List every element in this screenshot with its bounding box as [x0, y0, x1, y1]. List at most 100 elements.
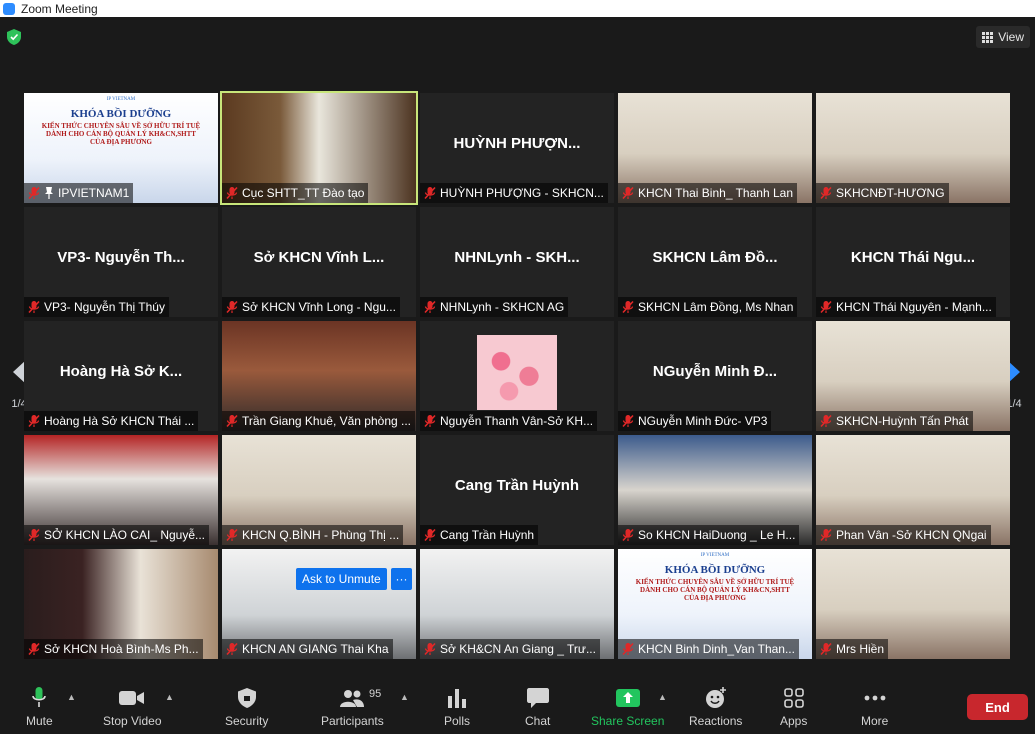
slide-title: KHÓA BỒI DƯỠNG	[70, 108, 172, 120]
chat-button[interactable]: Chat	[525, 686, 550, 728]
apps-button[interactable]: Apps	[780, 686, 807, 728]
share-options-caret[interactable]: ▲	[658, 692, 667, 702]
audio-options-caret[interactable]: ▲	[67, 692, 76, 702]
muted-microphone-icon	[424, 414, 436, 428]
participant-tile[interactable]: SKHCN Lâm Đồ... SKHCN Lâm Đồng, Ms Nhan	[618, 207, 812, 317]
participant-name-label: So KHCN HaiDuong _ Le H...	[618, 525, 800, 545]
participant-name: SKHCN Lâm Đồng, Ms Nhan	[638, 300, 794, 314]
ask-to-unmute-button[interactable]: Ask to Unmute	[296, 568, 387, 590]
slide-line-3: CỦA ĐỊA PHƯƠNG	[684, 594, 746, 602]
slide-line-3: CỦA ĐỊA PHƯƠNG	[90, 138, 152, 146]
meeting-toolbar: Mute ▲ Stop Video ▲ Security Participant…	[0, 678, 1035, 734]
participant-display-name: HUỲNH PHƯỢN...	[453, 135, 581, 152]
participant-tile[interactable]: HUỲNH PHƯỢN... HUỲNH PHƯỢNG - SKHCN...	[420, 93, 614, 203]
participant-display-name: Sở KHCN Vĩnh L...	[253, 249, 385, 266]
security-label: Security	[225, 714, 269, 728]
participant-name: So KHCN HaiDuong _ Le H...	[638, 528, 796, 542]
participant-tile[interactable]: SỞ KHCN LÀO CAI_ Nguyễ...	[24, 435, 218, 545]
participant-name-label: Phan Vân -Sở KHCN QNgai	[816, 525, 991, 545]
participant-name-label: IPVIETNAM1	[24, 183, 134, 203]
tile-more-options-button[interactable]: ···	[391, 568, 412, 590]
participant-tile[interactable]: Hoàng Hà Sở K... Hoàng Hà Sở KHCN Thái ..…	[24, 321, 218, 431]
muted-microphone-icon	[226, 300, 238, 314]
muted-microphone-icon	[28, 186, 40, 200]
window-title: Zoom Meeting	[21, 1, 98, 16]
participant-name: Sở KHCN Hoà Bình-Ms Ph...	[44, 642, 199, 656]
participant-tile[interactable]: Cục SHTT_TT Đào tạo	[220, 91, 418, 205]
apps-label: Apps	[780, 714, 808, 728]
encryption-shield-icon[interactable]	[7, 29, 21, 45]
participant-tile[interactable]: KHCN Thai Binh_ Thanh Lan	[618, 93, 812, 203]
muted-microphone-icon	[820, 528, 832, 542]
participant-name: KHCN Q.BÌNH - Phùng Thị ...	[242, 528, 400, 542]
participant-display-name: NGuyễn Minh Đ...	[652, 363, 778, 380]
slide-line-1: KIẾN THỨC CHUYÊN SÂU VỀ SỞ HỮU TRÍ TUỆ	[635, 578, 795, 586]
reactions-label: Reactions	[689, 714, 743, 728]
muted-microphone-icon	[28, 300, 40, 314]
participant-tile[interactable]: Cang Trần Huỳnh Cang Trần Huỳnh	[420, 435, 614, 545]
bar-chart-icon	[447, 686, 467, 710]
participant-tile[interactable]: NGuyễn Minh Đ... NGuyễn Minh Đức- VP3	[618, 321, 812, 431]
chat-bubble-icon	[526, 686, 549, 710]
participant-tile[interactable]: KHCN Q.BÌNH - Phùng Thị ...	[222, 435, 416, 545]
end-meeting-button[interactable]: End	[967, 694, 1028, 720]
participant-name: Sở KHCN Vĩnh Long - Ngu...	[242, 300, 396, 314]
muted-microphone-icon	[226, 528, 238, 542]
participant-display-name: Cang Trần Huỳnh	[454, 477, 580, 494]
stop-video-button[interactable]: Stop Video	[103, 686, 162, 728]
participant-name-label: Nguyễn Thanh Vân-Sở KH...	[420, 411, 598, 431]
share-screen-button[interactable]: Share Screen	[591, 686, 664, 728]
muted-microphone-icon	[622, 186, 634, 200]
participant-tile[interactable]: KHCN Thái Ngu... KHCN Thái Nguyên - Mạnh.…	[816, 207, 1010, 317]
muted-microphone-icon	[622, 642, 634, 656]
participant-tile[interactable]: VP3- Nguyễn Th... VP3- Nguyễn Thị Thúy	[24, 207, 218, 317]
muted-microphone-icon	[820, 186, 832, 200]
participant-tile[interactable]: KHCN AN GIANG Thai Kha	[222, 549, 416, 659]
participant-tile[interactable]: Phan Vân -Sở KHCN QNgai	[816, 435, 1010, 545]
slide-line-2: DÀNH CHO CÁN BỘ QUẢN LÝ KH&CN,SHTT	[46, 130, 196, 138]
muted-microphone-icon	[820, 642, 832, 656]
participant-tile[interactable]: IP VIETNAM KHÓA BỒI DƯỠNG KIẾN THỨC CHUYÊN…	[618, 549, 812, 659]
participant-name-label: KHCN Binh Dinh_Van Than...	[618, 639, 799, 659]
window-titlebar: Zoom Meeting	[0, 0, 1035, 17]
participant-name: Trần Giang Khuê, Văn phòng ...	[242, 414, 412, 428]
slide-line-1: KIẾN THỨC CHUYÊN SÂU VỀ SỞ HỮU TRÍ TUỆ	[41, 122, 201, 130]
muted-microphone-icon	[28, 528, 40, 542]
participants-icon	[339, 686, 365, 710]
participant-name: KHCN Binh Dinh_Van Than...	[638, 642, 795, 656]
participant-name: Cang Trần Huỳnh	[440, 528, 535, 542]
participant-display-name: SKHCN Lâm Đồ...	[652, 249, 778, 266]
mute-label: Mute	[26, 714, 53, 728]
participant-display-name: VP3- Nguyễn Th...	[57, 249, 185, 266]
participants-options-caret[interactable]: ▲	[400, 692, 409, 702]
participant-name-label: SỞ KHCN LÀO CAI_ Nguyễ...	[24, 525, 210, 545]
slide-brand: IP VIETNAM	[106, 97, 136, 102]
participant-tile[interactable]: So KHCN HaiDuong _ Le H...	[618, 435, 812, 545]
participant-tile[interactable]: Mrs Hiền	[816, 549, 1010, 659]
participant-name: SKHCN-Huỳnh Tấn Phát	[836, 414, 969, 428]
participant-tile[interactable]: Nguyễn Thanh Vân-Sở KH...	[420, 321, 614, 431]
share-screen-label: Share Screen	[591, 714, 665, 728]
participant-name: Phan Vân -Sở KHCN QNgai	[836, 528, 987, 542]
participant-tile[interactable]: IP VIETNAM KHÓA BỒI DƯỠNG KIẾN THỨC CHUYÊN…	[24, 93, 218, 203]
polls-button[interactable]: Polls	[444, 686, 470, 728]
video-options-caret[interactable]: ▲	[165, 692, 174, 702]
participant-name: SKHCNĐT-HƯƠNG	[836, 186, 945, 200]
participant-tile[interactable]: SKHCNĐT-HƯƠNG	[816, 93, 1010, 203]
participant-tile[interactable]: NHNLynh - SKH... NHNLynh - SKHCN AG	[420, 207, 614, 317]
view-button[interactable]: View	[976, 26, 1030, 48]
more-button[interactable]: More	[861, 686, 888, 728]
participant-name-label: Mrs Hiền	[816, 639, 889, 659]
participant-tile[interactable]: Sở KHCN Hoà Bình-Ms Ph...	[24, 549, 218, 659]
participant-tile[interactable]: Sở KH&CN An Giang _ Trư...	[420, 549, 614, 659]
participant-tile[interactable]: Trần Giang Khuê, Văn phòng ...	[222, 321, 416, 431]
participant-tile[interactable]: Sở KHCN Vĩnh L... Sở KHCN Vĩnh Long - Ngu…	[222, 207, 416, 317]
participant-name-label: Cục SHTT_TT Đào tạo	[222, 183, 369, 203]
participant-tile[interactable]: SKHCN-Huỳnh Tấn Phát	[816, 321, 1010, 431]
reactions-button[interactable]: Reactions	[689, 686, 742, 728]
muted-microphone-icon	[226, 642, 238, 656]
mute-button[interactable]: Mute	[26, 686, 53, 728]
security-button[interactable]: Security	[225, 686, 268, 728]
polls-label: Polls	[444, 714, 471, 728]
more-label: More	[861, 714, 889, 728]
